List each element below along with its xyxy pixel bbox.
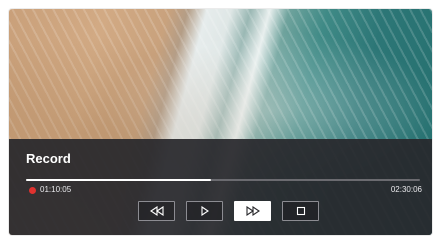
rewind-icon [149, 206, 164, 216]
stop-button[interactable] [282, 201, 319, 221]
play-button[interactable] [186, 201, 223, 221]
video-title: Record [26, 151, 71, 166]
stop-icon [296, 206, 305, 216]
play-icon [200, 206, 209, 216]
recording-indicator-icon [29, 187, 36, 194]
playback-controls [9, 201, 432, 221]
current-time: 01:10:05 [40, 185, 72, 194]
progress-bar[interactable] [26, 179, 420, 181]
rewind-button[interactable] [138, 201, 175, 221]
video-player: Record 01:10:05 02:30:06 [9, 9, 432, 235]
progress-fill [26, 179, 212, 181]
fast-forward-icon [245, 206, 260, 216]
control-panel: Record 01:10:05 02:30:06 [9, 139, 432, 235]
total-time: 02:30:06 [390, 185, 422, 194]
fast-forward-button[interactable] [234, 201, 271, 221]
